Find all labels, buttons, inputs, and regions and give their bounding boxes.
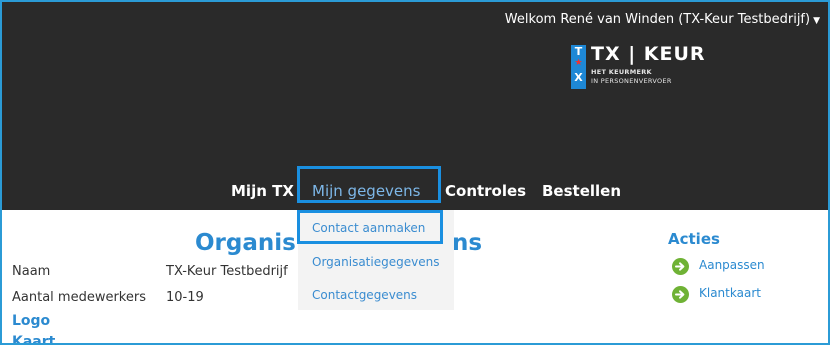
section-kaart: Kaart — [12, 334, 56, 345]
logo-brand: TX | KEUR — [591, 43, 706, 65]
welcome-text: Welkom René van Winden (TX-Keur Testbedr… — [504, 12, 811, 27]
logo-mark: T ★ X — [571, 45, 586, 89]
logo-tagline: HET KEURMERK — [591, 68, 652, 76]
field-label-naam: Naam — [12, 264, 51, 279]
menu-item-organisatiegegevens[interactable]: Organisatiegegevens — [312, 255, 439, 269]
menu-item-contactgegevens[interactable]: Contactgegevens — [312, 288, 417, 302]
field-label-medewerkers: Aantal medewerkers — [12, 290, 146, 305]
arrow-right-circle-icon — [672, 258, 689, 275]
highlight-box-nav — [297, 166, 441, 203]
tx-keur-logo[interactable]: T ★ X TX | KEUR HET KEURMERK IN PERSONEN… — [571, 43, 731, 91]
actions-title: Acties — [668, 230, 720, 248]
section-logo: Logo — [12, 313, 51, 329]
page-title-end: ns — [452, 230, 483, 256]
arrow-right-circle-icon — [672, 286, 689, 303]
nav-item-mijn-tx[interactable]: Mijn TX — [231, 182, 294, 200]
field-value-medewerkers: 10-19 — [166, 290, 204, 305]
page-frame: Welkom René van Winden (TX-Keur Testbedr… — [0, 0, 830, 345]
action-label: Aanpassen — [699, 258, 765, 272]
page-title: Organis — [195, 230, 296, 256]
logo-tagline-2: IN PERSONENVERVOER — [591, 77, 672, 85]
user-menu[interactable]: Welkom René van Winden (TX-Keur Testbedr… — [505, 12, 820, 27]
highlight-box-menu-item — [297, 210, 443, 244]
action-label: Klantkaart — [699, 286, 761, 300]
nav-item-bestellen[interactable]: Bestellen — [542, 182, 621, 200]
caret-down-icon: ▼ — [813, 16, 820, 26]
field-value-naam: TX-Keur Testbedrijf — [166, 264, 288, 279]
nav-item-controles[interactable]: Controles — [445, 182, 526, 200]
